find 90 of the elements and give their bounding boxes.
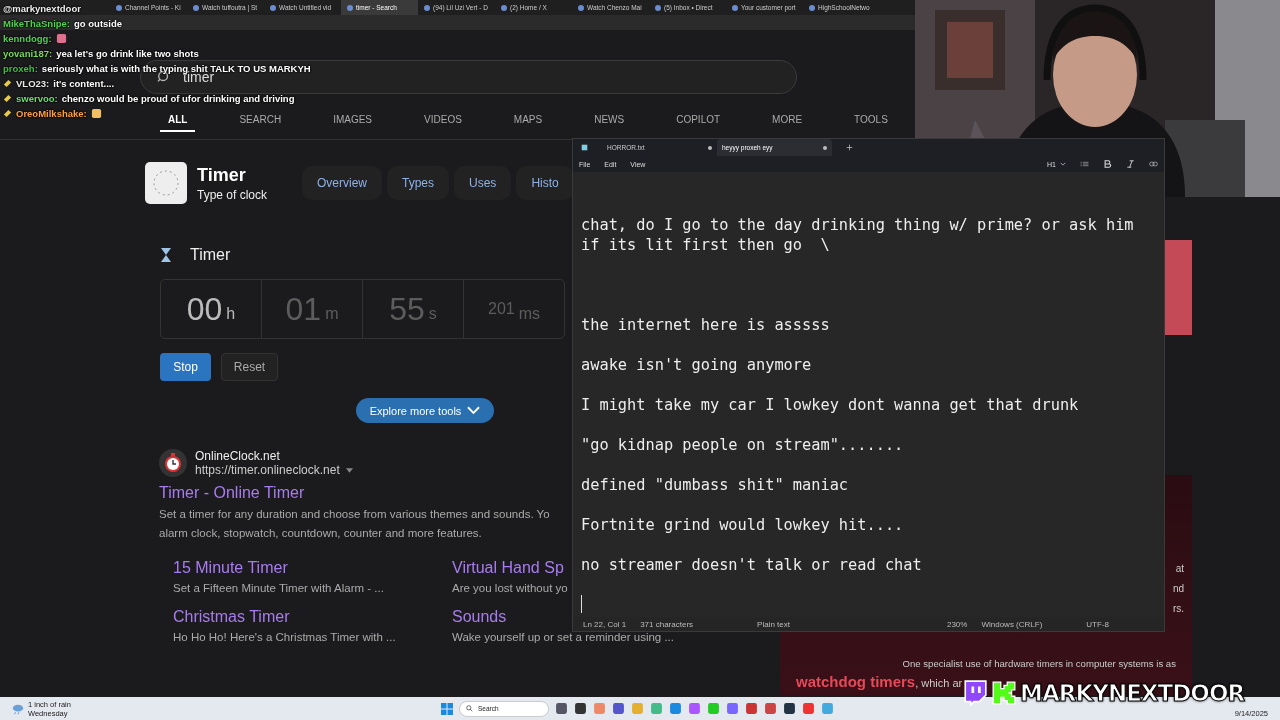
status-format: Plain text — [757, 619, 790, 629]
sitelink-title[interactable]: Christmas Timer — [173, 608, 290, 626]
chat-channel: @markynextdoor — [3, 2, 81, 16]
search-icon — [465, 705, 473, 712]
sitelink-title[interactable]: Virtual Hand Sp — [452, 559, 564, 577]
explore-button[interactable]: Explore more tools — [355, 398, 495, 423]
nav-tab[interactable]: MAPS — [505, 114, 551, 130]
dropdown-caret-icon[interactable] — [345, 467, 353, 473]
entity-tab[interactable]: Types — [387, 166, 450, 200]
status-encoding: UTF-8 — [1086, 619, 1109, 629]
sitelink-description: Ho Ho Ho! Here's a Christmas Timer with ... — [173, 631, 396, 643]
add-tab-icon[interactable] — [846, 144, 853, 151]
sitelink-title[interactable]: 15 Minute Timer — [173, 559, 288, 577]
note-line: the internet here is asssss — [581, 315, 831, 335]
entity-subtitle: Type of clock — [197, 187, 269, 202]
chat-message: chenzo would be proud of ufor drinking and driving — [61, 92, 295, 106]
chat-message: yea let's go drink like two shots — [56, 47, 199, 61]
timer-digit: 00 h — [161, 280, 262, 338]
twitch-icon — [962, 680, 988, 706]
note-line: defined "dumbass shit" maniac — [581, 475, 850, 495]
result-snippet: alarm clock, stopwatch, countdown, counter and more features. — [159, 526, 482, 541]
timer-title: Timer — [190, 246, 231, 264]
sitelink-description: Are you lost without yo — [452, 582, 568, 594]
app-icon[interactable] — [554, 702, 568, 715]
bold-icon[interactable] — [1103, 160, 1112, 168]
link-icon[interactable] — [1149, 160, 1158, 168]
result-snippet: Set a timer for any duration and choose from various themes and sounds. Yo — [159, 507, 550, 522]
start-icon[interactable] — [440, 702, 453, 715]
chat-username: proxeh: — [3, 62, 38, 76]
stop-button[interactable]: Stop — [160, 353, 211, 381]
app-icon[interactable] — [782, 702, 796, 715]
chat-message: it's content.... — [53, 77, 115, 91]
chevron-icon[interactable] — [1060, 162, 1066, 166]
entity-tab[interactable]: Uses — [454, 166, 512, 200]
emote-icon — [55, 33, 67, 44]
note-line: no streamer doesn't talk or read chat — [581, 555, 923, 575]
status-position: Ln 22, Col 1 — [583, 619, 627, 629]
nav-tab[interactable]: VIDEOS — [416, 114, 470, 130]
text-caret — [581, 595, 582, 613]
reset-button[interactable]: Reset — [221, 353, 278, 381]
emote-icon — [90, 108, 102, 119]
status-count: 371 characters — [640, 619, 694, 629]
nav-tab[interactable]: NEWS — [586, 114, 633, 130]
info-paragraph: , which ar — [915, 677, 963, 689]
status-zoom: 230% — [946, 619, 968, 629]
chat-username: swervoo: — [16, 92, 58, 106]
nav-tab[interactable]: ALL — [160, 114, 196, 132]
hourglass-icon — [160, 247, 172, 263]
timer-digit: 01 m — [262, 280, 363, 338]
status-line-ending: Windows (CRLF) — [981, 619, 1043, 629]
chat-username: yovani187: — [3, 47, 53, 61]
entity-tab[interactable]: Histo — [516, 166, 574, 200]
app-icon[interactable] — [611, 702, 625, 715]
entity-title: Timer — [197, 164, 247, 186]
app-icon[interactable] — [573, 702, 587, 715]
rain-cloud-icon[interactable] — [12, 702, 24, 715]
text-fragment: nd — [1172, 583, 1184, 594]
text-fragment: at — [1175, 563, 1184, 574]
timer-thumbnail-icon — [145, 162, 187, 204]
nav-tab[interactable]: TOOLS — [846, 114, 896, 130]
site-url[interactable]: https://timer.onlineclock.net — [195, 463, 340, 477]
result-title[interactable]: Timer - Online Timer — [159, 484, 305, 502]
note-line: Fortnite grind would lowkey hit.... — [581, 515, 905, 535]
sitelink-title[interactable]: Sounds — [452, 608, 507, 626]
note-line: chat, do I go to the day drinking thing w/ prime? or ask him if its lit first then go \ — [581, 215, 1135, 255]
timer-digit: 201 ms — [487, 299, 541, 324]
nav-tab[interactable]: MORE — [764, 114, 811, 130]
note-line: I might take my car I lowkey dont wanna get that drunk — [581, 395, 1080, 415]
chat-username: OreoMilkshake: — [16, 107, 87, 121]
site-name: OnlineClock.net — [195, 449, 281, 463]
timer-digit: 55 s — [363, 280, 464, 338]
note-line: "go kidnap people on stream"....... — [581, 435, 905, 455]
chevron-icon — [467, 406, 481, 415]
chat-message: go outside — [74, 17, 123, 31]
nav-tab[interactable]: IMAGES — [325, 114, 381, 130]
text-fragment: rs. — [1172, 603, 1184, 614]
note-line: awake isn't going anymore — [581, 355, 813, 375]
entity-tab[interactable]: Overview — [302, 166, 382, 200]
sitelink-description: Set a Fifteen Minute Timer with Alarm - ... — [173, 582, 384, 594]
italic-icon[interactable] — [1126, 160, 1135, 168]
chat-username: MikeThaSnipe: — [3, 17, 71, 31]
list-icon[interactable] — [1080, 160, 1089, 168]
info-paragraph: One specialist use of hardware timers in computer systems is as — [902, 658, 1176, 669]
nav-tab[interactable]: COPILOT — [668, 114, 729, 130]
chat-username: kenndogg: — [3, 32, 52, 46]
sitelink-description: Wake yourself up or set a reminder using ... — [452, 631, 674, 643]
notepad-icon — [581, 144, 588, 151]
stopwatch-icon — [159, 449, 187, 477]
chat-username: VLO23: — [16, 77, 50, 91]
nav-tab[interactable]: SEARCH — [231, 114, 290, 130]
